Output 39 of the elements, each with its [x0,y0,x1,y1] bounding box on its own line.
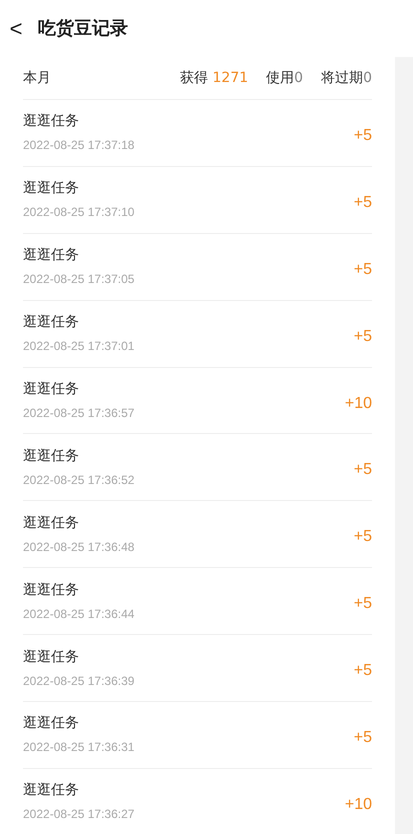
record-time: 2022-08-25 17:36:27 [23,806,136,824]
record-amount: +5 [354,527,372,548]
record-time: 2022-08-25 17:37:05 [23,271,136,288]
record-time: 2022-08-25 17:36:44 [23,606,136,623]
record-title: 逛逛任务 [23,380,80,399]
record-amount: +5 [354,126,372,146]
record-amount: +10 [344,794,372,815]
record-time: 2022-08-25 17:37:10 [23,204,136,222]
record-time: 2022-08-25 17:36:48 [23,538,136,556]
used-stat: 使用0 [266,68,304,88]
record-amount: +5 [354,326,372,347]
record-title: 逛逛任务 [23,313,80,332]
record-amount: +5 [354,661,372,682]
record-title: 逛逛任务 [23,714,80,734]
record-amount: +5 [354,260,372,280]
page-title: 吃货豆记录 [38,17,128,41]
record-title: 逛逛任务 [23,580,80,600]
record-amount: +5 [354,728,372,748]
expiring-stat: 将过期0 [321,68,372,88]
earned-stat: 获得 1271 [180,68,248,88]
record-amount: +5 [354,192,372,213]
record-title: 逛逛任务 [23,112,80,132]
record-title: 逛逛任务 [23,781,80,800]
record-title: 逛逛任务 [23,514,80,533]
record-time: 2022-08-25 17:37:18 [23,137,136,154]
record-time: 2022-08-25 17:37:01 [23,338,136,356]
record-time: 2022-08-25 17:36:31 [23,739,136,756]
record-time: 2022-08-25 17:36:57 [23,405,136,422]
period-label: 本月 [23,68,51,88]
record-time: 2022-08-25 17:36:52 [23,472,136,489]
record-title: 逛逛任务 [23,246,80,266]
record-time: 2022-08-25 17:36:39 [23,672,136,690]
record-amount: +5 [354,460,372,480]
record-title: 逛逛任务 [23,179,80,198]
record-amount: +5 [354,594,372,614]
record-amount: +10 [344,394,372,414]
record-title: 逛逛任务 [23,446,80,466]
record-title: 逛逛任务 [23,648,80,667]
back-button[interactable]: < [6,18,26,40]
